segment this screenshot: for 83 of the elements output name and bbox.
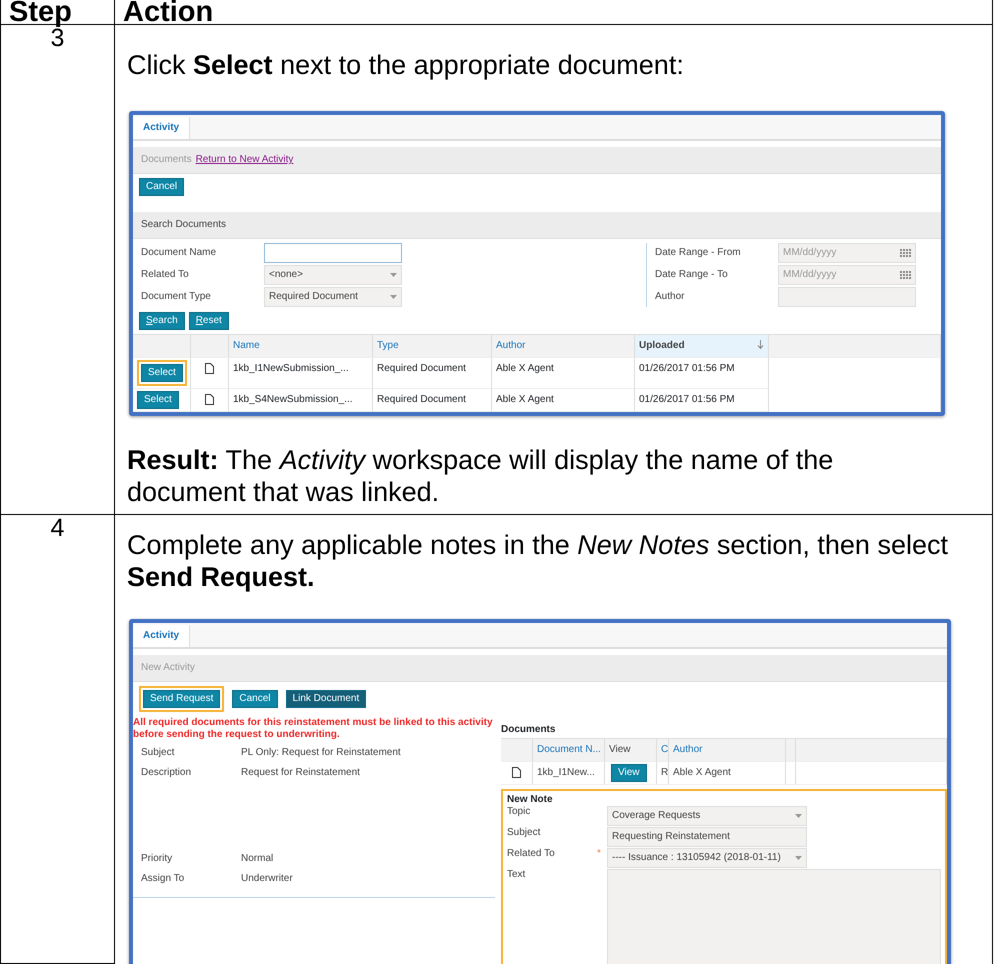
return-link[interactable]: Return to New Activity	[196, 154, 294, 166]
document-icon	[205, 363, 214, 374]
select-button[interactable]: Select	[137, 360, 187, 386]
tab[interactable]: Activity	[133, 625, 190, 647]
caret-icon	[390, 295, 397, 299]
table-cell: 1kb_S4NewSubmission_...	[229, 389, 373, 412]
table-cell: Able X Agent	[492, 358, 635, 389]
table-cell	[786, 762, 796, 786]
toolbar-button[interactable]: Cancel	[232, 690, 278, 708]
cancel-button[interactable]: Cancel	[139, 178, 184, 196]
column-header: Action	[123, 0, 214, 28]
column-header[interactable]: Author	[669, 739, 786, 762]
breadcrumb-text: New Activity	[141, 662, 195, 673]
toolbar-button[interactable]: Send Request	[139, 686, 224, 712]
column-header[interactable]: Type	[373, 335, 492, 358]
document-icon	[205, 394, 214, 405]
action-button[interactable]: Search	[139, 312, 185, 330]
field-label: Related To	[507, 848, 556, 860]
dropdown-field[interactable]: <none>	[264, 265, 402, 285]
step-number: 4	[50, 514, 64, 542]
field-label: Description	[141, 767, 192, 779]
caret-icon	[795, 814, 802, 818]
date-field[interactable]: MM/dd/yyyy	[778, 243, 916, 263]
section-title: Documents	[501, 724, 556, 736]
input-field[interactable]: Requesting Reinstatement	[607, 827, 807, 848]
section-title: New Note	[507, 794, 554, 806]
field-label: Document Type	[141, 291, 212, 303]
document-icon	[512, 767, 521, 778]
result-text: Result: The Activity workspace will display the name of the document that was linked.	[127, 444, 834, 508]
field-label: Priority	[141, 853, 174, 865]
field-value: Normal	[241, 853, 274, 865]
sort-arrow-icon	[757, 340, 764, 350]
field-value: Request for Reinstatement	[241, 767, 361, 780]
column-header[interactable]: Name	[229, 335, 373, 358]
column-header[interactable]: C	[657, 739, 669, 762]
field-label: Related To	[141, 269, 190, 281]
field-label: Date Range - To	[655, 269, 729, 281]
table-cell: 01/26/2017 01:56 PM	[635, 358, 769, 389]
table-cell: 1kb_I1NewSubmission_...	[229, 358, 373, 389]
table-cell: R	[657, 762, 669, 786]
dropdown-field[interactable]: ---- Issuance : 13105942 (2018-01-11)	[607, 848, 807, 868]
table-cell: Able X Agent	[492, 389, 635, 412]
tab[interactable]: Activity	[133, 117, 190, 139]
calendar-icon	[900, 270, 911, 280]
view-button[interactable]: View	[611, 764, 646, 782]
calendar-icon	[900, 248, 911, 258]
column-header[interactable]: Uploaded	[635, 335, 769, 358]
field-label: Date Range - From	[655, 247, 742, 259]
table-cell: Required Document	[373, 389, 492, 412]
field-label: Author	[655, 291, 686, 303]
field-label: Subject	[141, 747, 176, 759]
breadcrumb-text: Documents	[141, 154, 192, 166]
section-title: Search Documents	[141, 219, 226, 230]
column-header[interactable]: Author	[492, 335, 635, 358]
table-cell: 01/26/2017 01:56 PM	[635, 389, 769, 412]
instruction-text: Complete any applicable notes in the New Notes section, then select Send Request.	[127, 529, 949, 593]
table-cell: Required Document	[373, 358, 492, 389]
dropdown-field[interactable]: Coverage Requests	[607, 806, 807, 826]
instruction-text: Click Select next to the appropriate document:	[127, 49, 685, 81]
field-label: Document Name	[141, 247, 218, 259]
toolbar-button[interactable]: Link Document	[286, 690, 366, 708]
table-cell: 1kb_I1New...	[533, 762, 605, 786]
field-label: Assign To	[141, 873, 186, 885]
date-field[interactable]: MM/dd/yyyy	[778, 265, 916, 285]
table-cell: Able X Agent	[669, 762, 786, 786]
field-label: Text	[507, 869, 526, 882]
caret-icon	[795, 856, 802, 860]
column-header[interactable]: View	[605, 739, 657, 762]
input-field[interactable]	[778, 287, 916, 307]
dropdown-field[interactable]: Required Document	[264, 287, 402, 307]
field-value: PL Only: Request for Reinstatement	[241, 747, 402, 759]
input-field[interactable]	[264, 243, 402, 263]
select-button[interactable]: Select	[137, 391, 179, 409]
column-header: Step	[9, 0, 72, 28]
caret-icon	[390, 273, 397, 277]
column-header[interactable]: Document N...	[533, 739, 605, 762]
warning-message: All required documents for this reinstatement must be linked to this activity before sending the request to underwriting.	[133, 717, 494, 741]
field-value: Underwriter	[241, 873, 294, 885]
text-area[interactable]	[607, 869, 941, 964]
field-label: Subject	[507, 827, 542, 840]
field-label: Topic	[507, 806, 532, 818]
action-button[interactable]: Reset	[188, 312, 229, 330]
required-mark: *	[597, 848, 602, 860]
